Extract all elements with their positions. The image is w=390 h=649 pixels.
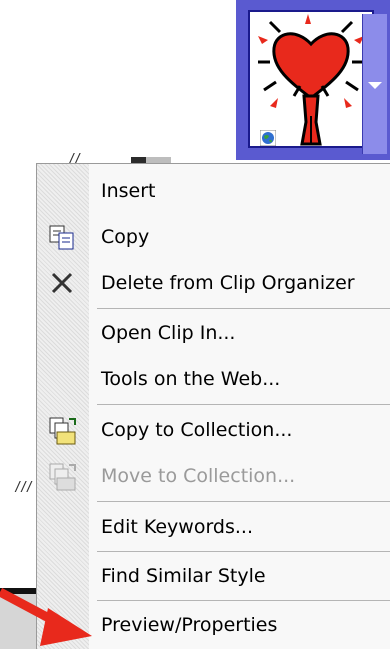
menu-item-label: Copy to Collection... xyxy=(101,419,293,441)
menu-separator xyxy=(97,308,390,309)
menu-item-move-to-collection[interactable]: Move to Collection... xyxy=(37,453,390,499)
delete-x-icon xyxy=(47,268,79,300)
menu-separator xyxy=(97,551,390,552)
menu-item-label: Find Similar Style xyxy=(101,565,266,587)
heart-figure-clipart xyxy=(258,14,364,146)
move-to-collection-icon xyxy=(47,460,79,492)
clip-image[interactable] xyxy=(248,10,374,148)
menu-item-label: Preview/Properties xyxy=(101,614,278,636)
menu-item-label: Tools on the Web... xyxy=(101,368,281,390)
chevron-down-icon xyxy=(368,82,382,89)
menu-separator xyxy=(97,404,390,405)
copy-icon xyxy=(47,222,79,254)
menu-item-label: Copy xyxy=(101,226,150,248)
hatch-mark: /// xyxy=(14,480,34,495)
menu-item-label: Edit Keywords... xyxy=(101,516,253,538)
menu-item-open-clip-in[interactable]: Open Clip In... xyxy=(37,310,390,356)
web-globe-icon xyxy=(259,129,277,147)
menu-item-copy-to-collection[interactable]: Copy to Collection... xyxy=(37,407,390,453)
copy-to-collection-icon xyxy=(47,414,79,446)
menu-item-delete-from-clip-organizer[interactable]: Delete from Clip Organizer xyxy=(37,260,390,306)
menu-item-label: Move to Collection... xyxy=(101,465,296,487)
red-arrow-annotation xyxy=(0,588,92,646)
clip-context-menu: Insert Copy Delete from Clip Organizer O… xyxy=(36,163,390,649)
menu-item-insert[interactable]: Insert xyxy=(37,168,390,214)
menu-item-label: Insert xyxy=(101,180,156,202)
clip-dropdown-button[interactable] xyxy=(362,14,387,154)
menu-item-label: Open Clip In... xyxy=(101,322,236,344)
menu-item-edit-keywords[interactable]: Edit Keywords... xyxy=(37,504,390,550)
menu-separator xyxy=(97,501,390,502)
menu-item-label: Delete from Clip Organizer xyxy=(101,272,355,294)
menu-item-copy[interactable]: Copy xyxy=(37,214,390,260)
menu-item-tools-on-the-web[interactable]: Tools on the Web... xyxy=(37,356,390,402)
menu-separator xyxy=(97,600,390,601)
